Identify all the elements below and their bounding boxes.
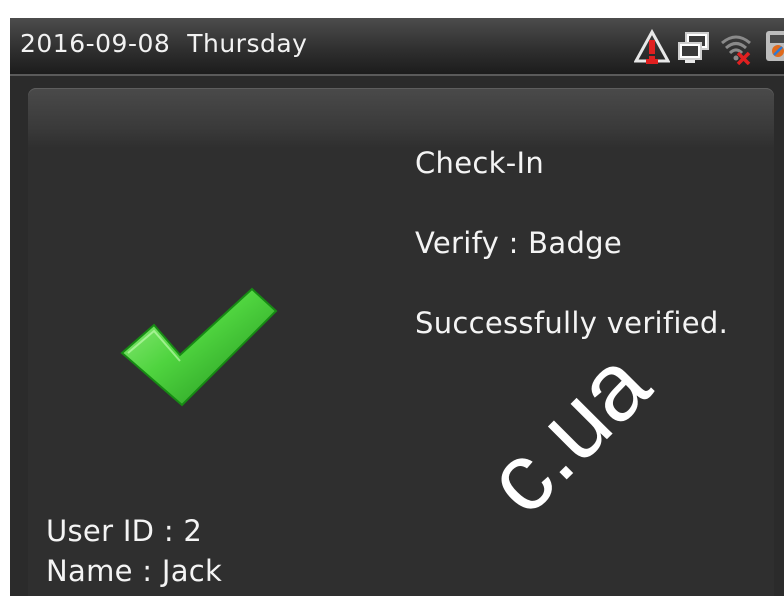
verify-method: Verify : Badge	[415, 226, 623, 260]
verify-state: Check-In	[415, 146, 545, 180]
date-text: 2016-09-08	[20, 29, 171, 58]
alarm-warning-icon	[633, 28, 671, 65]
network-icon	[676, 29, 712, 65]
status-date: 2016-09-08 Thursday	[20, 29, 307, 58]
wifi-disconnected-icon	[718, 29, 754, 66]
checkmark-icon	[120, 287, 278, 407]
usb-icon	[760, 29, 784, 65]
status-bar: 2016-09-08 Thursday	[10, 18, 784, 76]
weekday-text: Thursday	[187, 29, 308, 58]
user-name: Name : Jack	[46, 554, 223, 588]
user-id: User ID : 2	[46, 514, 203, 548]
device-screen: 2016-09-08 Thursday Check-In Verify: Ba…	[10, 18, 784, 596]
status-icons	[633, 24, 784, 70]
verify-message: Successfully verified.	[415, 306, 729, 340]
